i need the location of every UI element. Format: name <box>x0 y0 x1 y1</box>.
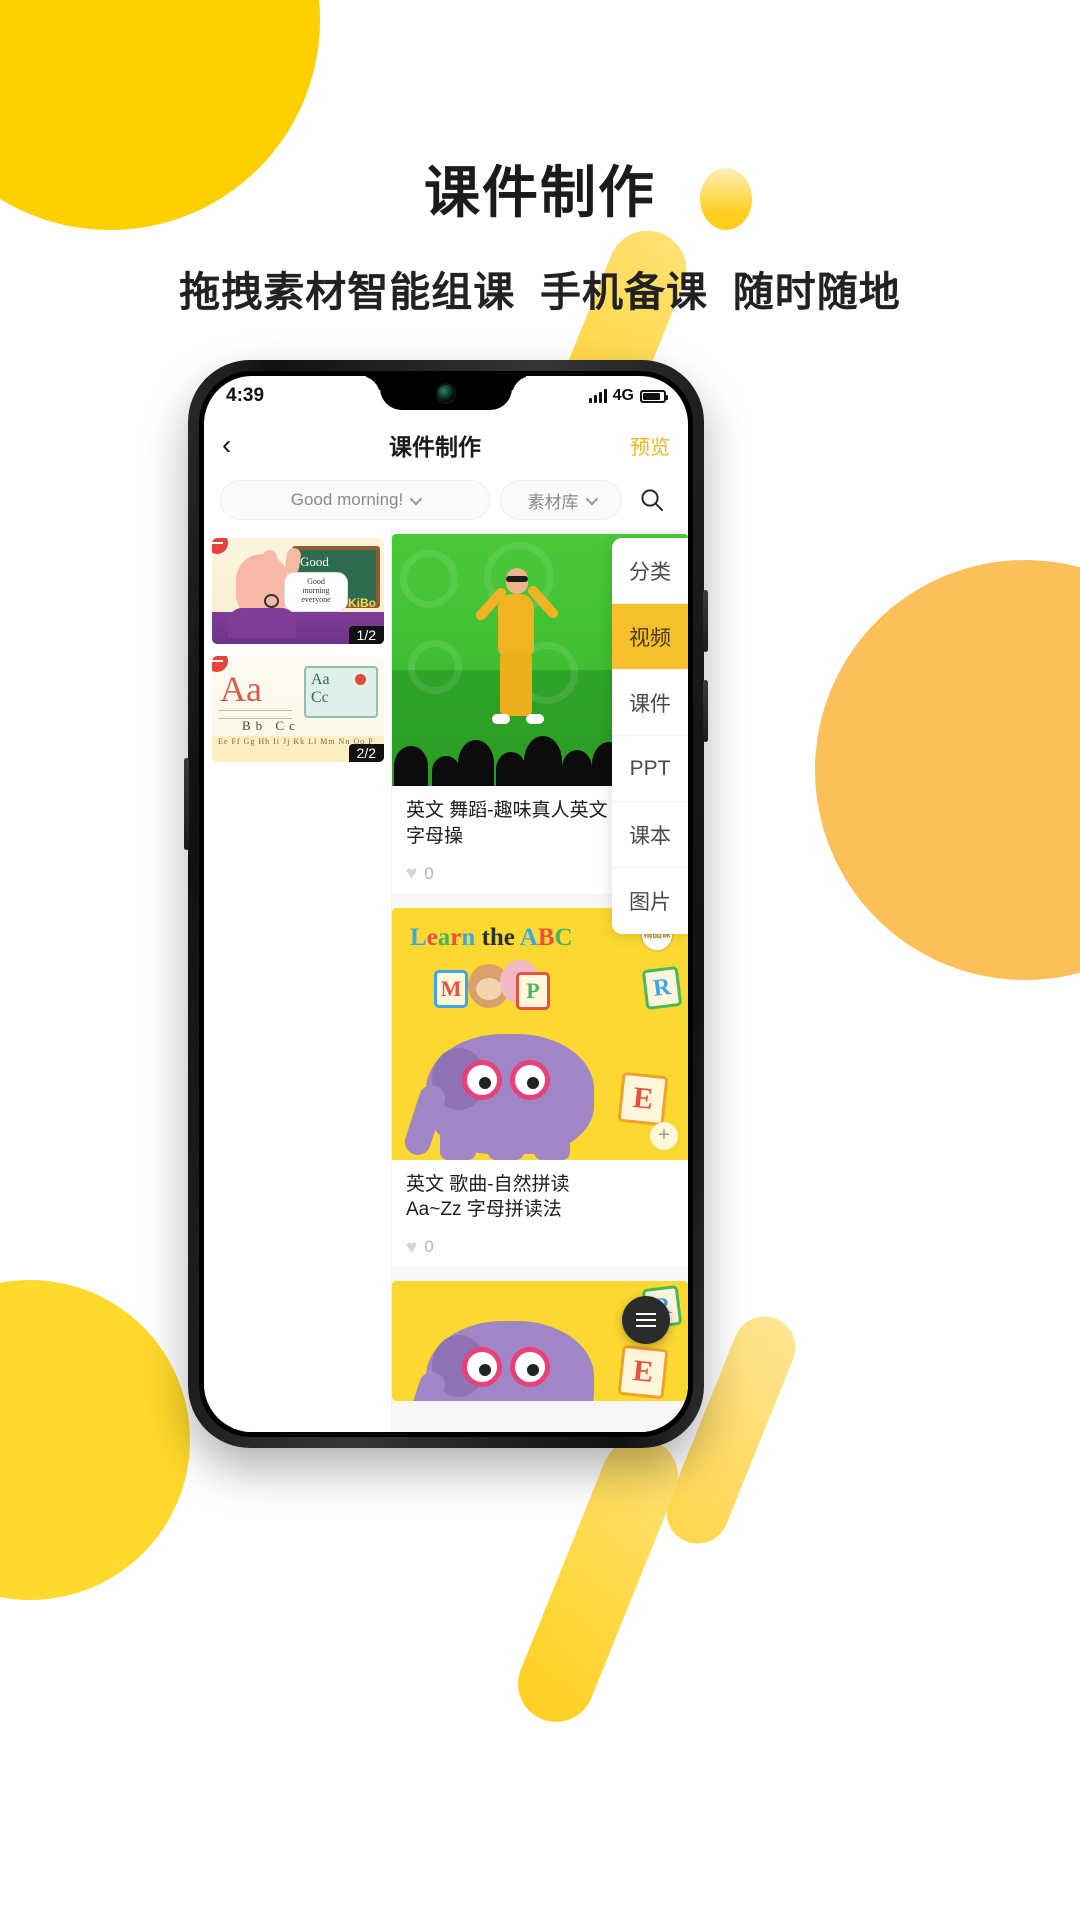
material-list[interactable]: 英文 舞蹈-趣味真人英文 字母操 ♥ 0 Learn the ABC M P R… <box>392 530 688 1432</box>
phone-notch <box>380 376 512 410</box>
slide-abc-art: Bb Cc <box>242 718 300 733</box>
lesson-select-value: Good morning! <box>290 490 404 509</box>
material-meta: ♥ 0 <box>406 1237 674 1257</box>
letter-tile: E <box>617 1071 669 1126</box>
decor-circle-right <box>815 560 1080 980</box>
slide-thumbnail[interactable]: GoodMorning KiBo Goodmorningeveryone 1/2 <box>212 538 384 644</box>
heart-icon[interactable]: ♥ <box>406 1238 417 1257</box>
promo-headline: 课件制作 <box>424 161 656 224</box>
page-title: 课件制作 <box>389 434 481 460</box>
elephant-art <box>401 1033 594 1160</box>
plus-icon[interactable]: + <box>650 1121 678 1150</box>
slide-letter-art: Aa <box>220 669 262 709</box>
heart-icon[interactable]: ♥ <box>406 864 417 883</box>
editor-content: GoodMorning KiBo Goodmorningeveryone 1/2 <box>204 530 688 1432</box>
remove-circle-icon[interactable] <box>212 538 228 554</box>
slide-speech-bubble-art: Good morning everyone <box>284 572 348 612</box>
decor-streak-bottom <box>506 1426 690 1734</box>
elephant-art <box>401 1321 594 1402</box>
phone-volume-up-button <box>703 590 708 652</box>
library-select[interactable]: 素材库 <box>500 480 622 520</box>
slide-strip[interactable]: GoodMorning KiBo Goodmorningeveryone 1/2 <box>204 530 392 1432</box>
lesson-select[interactable]: Good morning! <box>220 480 490 520</box>
material-card-body: 精品课 英文 歌曲-自然拼读 Aa~Zz 字母拼读法 ♥ 0 <box>392 917 688 1268</box>
slide-character-art <box>236 547 306 616</box>
material-title: 英文 歌曲-自然拼读 Aa~Zz 字母拼读法 <box>406 1173 570 1221</box>
letter-tile: P <box>516 971 550 1010</box>
phone-volume-down-button <box>703 680 708 742</box>
decor-circle-bottom-left <box>0 1280 190 1600</box>
slide-page-badge: 2/2 <box>348 744 384 762</box>
battery-icon <box>640 389 668 403</box>
front-camera-icon <box>437 385 455 402</box>
category-menu[interactable]: 分类 视频 课件 PPT 课本 图片 <box>612 538 688 934</box>
phone-power-button <box>184 758 189 850</box>
status-indicators: 4G <box>588 387 668 405</box>
category-menu-item-fenlei[interactable]: 分类 <box>612 538 688 604</box>
promo-subheadline: 拖拽素材智能组课 手机备课 随时随地 <box>179 269 901 315</box>
search-button[interactable] <box>632 480 672 520</box>
letter-tile: R <box>641 965 683 1010</box>
chevron-down-icon <box>409 492 423 505</box>
chevron-down-icon <box>585 492 598 505</box>
signal-bars-icon <box>588 389 607 403</box>
search-icon <box>641 489 663 511</box>
category-menu-item-video[interactable]: 视频 <box>612 604 688 670</box>
menu-list-icon[interactable] <box>622 1296 670 1344</box>
promo-page: 课件制作 拖拽素材智能组课 手机备课 随时随地 4:39 4G ‹ 课件制作 预… <box>0 0 1080 1920</box>
category-menu-item-ppt[interactable]: PPT <box>612 736 688 802</box>
network-type-label: 4G <box>612 387 634 404</box>
category-menu-item-image[interactable]: 图片 <box>612 868 688 934</box>
letter-tile: E <box>617 1345 669 1400</box>
material-card[interactable]: Learn the ABC M P R E + 精品课 英文 歌曲-自然拼读 A… <box>392 907 688 1268</box>
phone-screen: 4:39 4G ‹ 课件制作 预览 Good morning! 素材库 Good… <box>204 376 688 1432</box>
thumbnail-text-art: Learn the ABC <box>410 923 573 951</box>
category-menu-item-textbook[interactable]: 课本 <box>612 802 688 868</box>
slide-page-badge: 1/2 <box>348 626 384 644</box>
slide-character-body-art <box>228 608 296 638</box>
status-time: 4:39 <box>226 385 265 406</box>
slide-thumbnail[interactable]: Aa Aa Cc Bb Cc Ee Ff Gg Hh Ii Jj Kk Ll Mm… <box>212 656 384 762</box>
library-select-value: 素材库 <box>527 492 579 512</box>
back-button[interactable]: ‹ <box>222 431 262 459</box>
filter-toolbar: Good morning! 素材库 <box>204 474 688 530</box>
like-count: 0 <box>424 863 434 883</box>
phone-mockup: 4:39 4G ‹ 课件制作 预览 Good morning! 素材库 Good… <box>184 360 708 1448</box>
category-menu-item-courseware[interactable]: 课件 <box>612 670 688 736</box>
slide-card-art: Aa Cc <box>304 666 378 718</box>
preview-button[interactable]: 预览 <box>608 431 670 460</box>
phone-bezel: 4:39 4G ‹ 课件制作 预览 Good morning! 素材库 Good… <box>199 371 693 1437</box>
app-navigation-bar: ‹ 课件制作 预览 <box>204 416 688 474</box>
letter-tile: M <box>434 969 468 1008</box>
like-count: 0 <box>424 1237 434 1257</box>
slide-brand-art: KiBo <box>348 596 376 610</box>
